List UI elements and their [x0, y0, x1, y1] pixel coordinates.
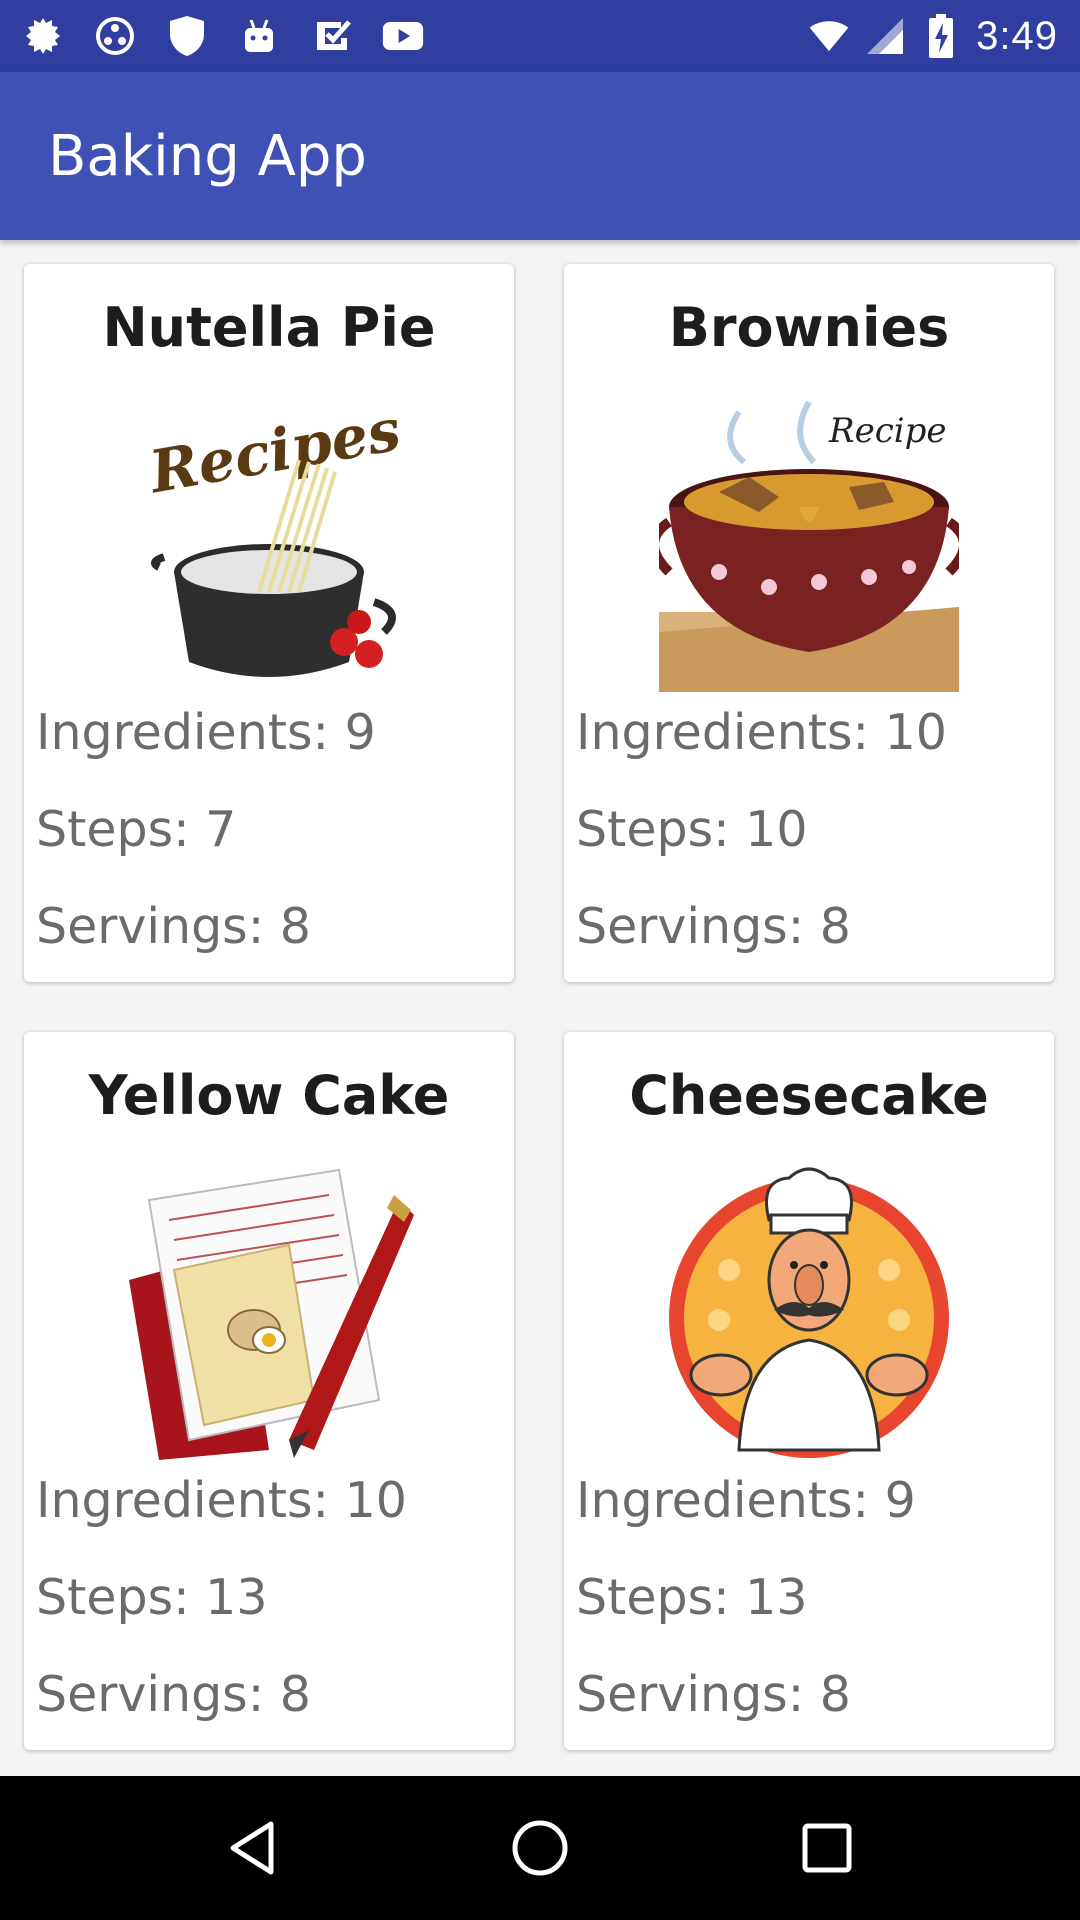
recipe-image-text: Recipe	[828, 411, 947, 451]
signal-icon	[864, 15, 906, 57]
recipe-card-yellow-cake[interactable]: Yellow Cake Ingredients: 10 Steps: 13 Se…	[24, 1032, 514, 1750]
app-title: Baking App	[48, 123, 367, 189]
wifi-icon	[808, 15, 850, 57]
recipe-name: Cheesecake	[629, 1064, 989, 1127]
steps-count: Steps: 7	[36, 801, 237, 858]
steps-count: Steps: 10	[576, 801, 808, 858]
servings-count: Servings: 8	[36, 1666, 311, 1723]
recipe-image	[129, 1168, 414, 1460]
recipe-image-text: Recipes	[143, 395, 406, 506]
youtube-icon	[382, 15, 424, 57]
ingredients-count: Ingredients: 9	[36, 704, 376, 761]
recipe-image: Recipe	[659, 400, 959, 692]
status-bar: 3:49	[0, 0, 1080, 72]
settings-gear-icon	[22, 15, 64, 57]
checkbox-icon	[310, 15, 352, 57]
circle-dots-icon	[94, 15, 136, 57]
app-bar: Baking App	[0, 72, 1080, 240]
recents-icon[interactable]	[782, 1803, 872, 1893]
home-icon[interactable]	[495, 1803, 585, 1893]
back-icon[interactable]	[208, 1803, 298, 1893]
recipe-image: Recipes	[143, 395, 406, 677]
android-icon	[238, 15, 280, 57]
status-time: 3:49	[976, 13, 1058, 58]
servings-count: Servings: 8	[576, 898, 851, 955]
ingredients-count: Ingredients: 10	[576, 704, 947, 761]
recipe-card-brownies[interactable]: Brownies Recipe Ingredients: 10 Steps: 1…	[564, 264, 1054, 982]
battery-charging-icon	[920, 14, 962, 58]
recipe-card-nutella-pie[interactable]: Nutella Pie Recipes Ingredients: 9 Steps…	[24, 264, 514, 982]
recipe-name: Yellow Cake	[88, 1064, 450, 1127]
servings-count: Servings: 8	[576, 1666, 851, 1723]
ingredients-count: Ingredients: 9	[576, 1472, 916, 1529]
steps-count: Steps: 13	[36, 1569, 268, 1626]
shield-icon	[166, 15, 208, 57]
navigation-bar	[0, 1776, 1080, 1920]
recipe-image	[669, 1167, 949, 1458]
recipe-grid: Nutella Pie Recipes Ingredients: 9 Steps…	[0, 240, 1080, 1776]
recipe-name: Nutella Pie	[102, 296, 436, 359]
recipe-card-cheesecake[interactable]: Cheesecake Ingredients: 9 Steps: 13 Serv…	[564, 1032, 1054, 1750]
ingredients-count: Ingredients: 10	[36, 1472, 407, 1529]
recipe-name: Brownies	[668, 296, 950, 359]
steps-count: Steps: 13	[576, 1569, 808, 1626]
servings-count: Servings: 8	[36, 898, 311, 955]
